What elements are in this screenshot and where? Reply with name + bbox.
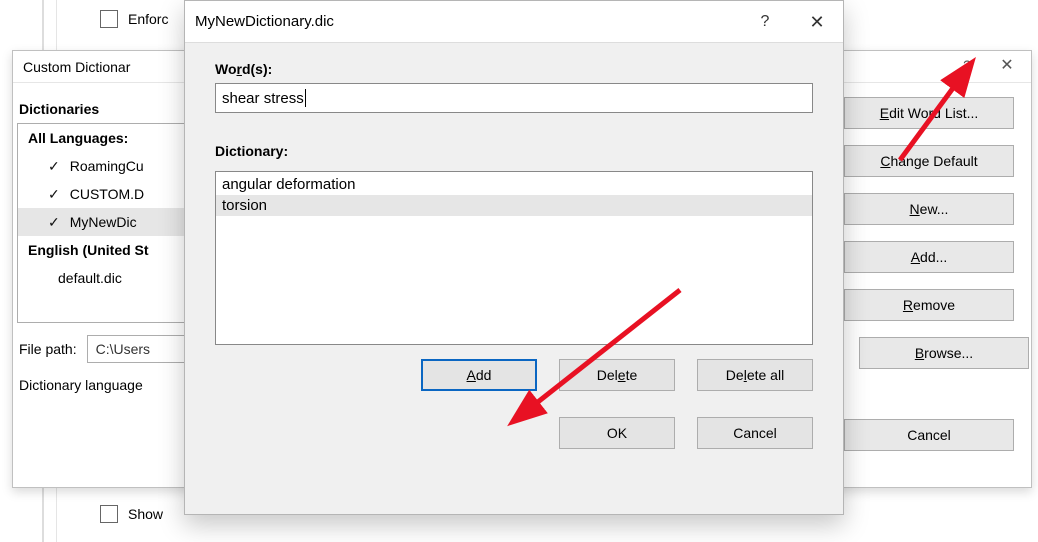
bg-enforce-label: Enforc [128,11,168,27]
list-item-label: MyNewDic [70,214,137,230]
list-item[interactable]: torsion [216,195,812,216]
list-item-label: default.dic [58,270,122,286]
add-word-button[interactable]: Add [421,359,537,391]
list-item-label: CUSTOM.D [70,186,144,202]
filepath-label: File path: [19,341,77,357]
checkbox-icon [100,10,118,28]
dialog-title-text: Custom Dictionar [23,59,130,75]
close-icon[interactable]: ✕ [791,1,843,43]
ok-button[interactable]: OK [559,417,675,449]
change-default-button[interactable]: Change Default [844,145,1014,177]
bg-enforce-checkbox[interactable]: Enforc [100,10,168,28]
text-cursor [305,89,306,107]
new-button[interactable]: New... [844,193,1014,225]
close-icon[interactable]: ✕ [987,51,1027,79]
remove-button[interactable]: Remove [844,289,1014,321]
list-item[interactable]: angular deformation [216,174,812,195]
words-label: Word(s): [215,61,813,77]
delete-word-button[interactable]: Delete [559,359,675,391]
bg-show-checkbox[interactable]: Show [100,505,163,523]
checkbox-icon [100,505,118,523]
checkbox-icon[interactable] [48,214,60,230]
checkbox-icon[interactable] [48,158,60,174]
cancel-button[interactable]: Cancel [697,417,813,449]
dictionary-entries-list[interactable]: angular deformation torsion [215,171,813,345]
add-dictionary-button[interactable]: Add... [844,241,1014,273]
word-input[interactable]: shear stress [215,83,813,113]
list-item-label: RoamingCu [70,158,144,174]
word-input-value: shear stress [222,90,304,107]
browse-button[interactable]: Browse... [859,337,1029,369]
edit-dictionary-dialog: MyNewDictionary.dic ? ✕ Word(s): shear s… [184,0,844,515]
help-icon[interactable]: ? [739,1,791,43]
help-icon[interactable]: ? [947,51,987,79]
checkbox-icon[interactable] [48,186,60,202]
dictionary-label: Dictionary: [215,143,813,159]
dialog-title-text: MyNewDictionary.dic [195,13,334,30]
edit-word-list-button[interactable]: Edit Word List... [844,97,1014,129]
bg-show-label: Show [128,506,163,522]
dialog-titlebar: MyNewDictionary.dic ? ✕ [185,1,843,43]
delete-all-button[interactable]: Delete all [697,359,813,391]
cancel-button[interactable]: Cancel [844,419,1014,451]
